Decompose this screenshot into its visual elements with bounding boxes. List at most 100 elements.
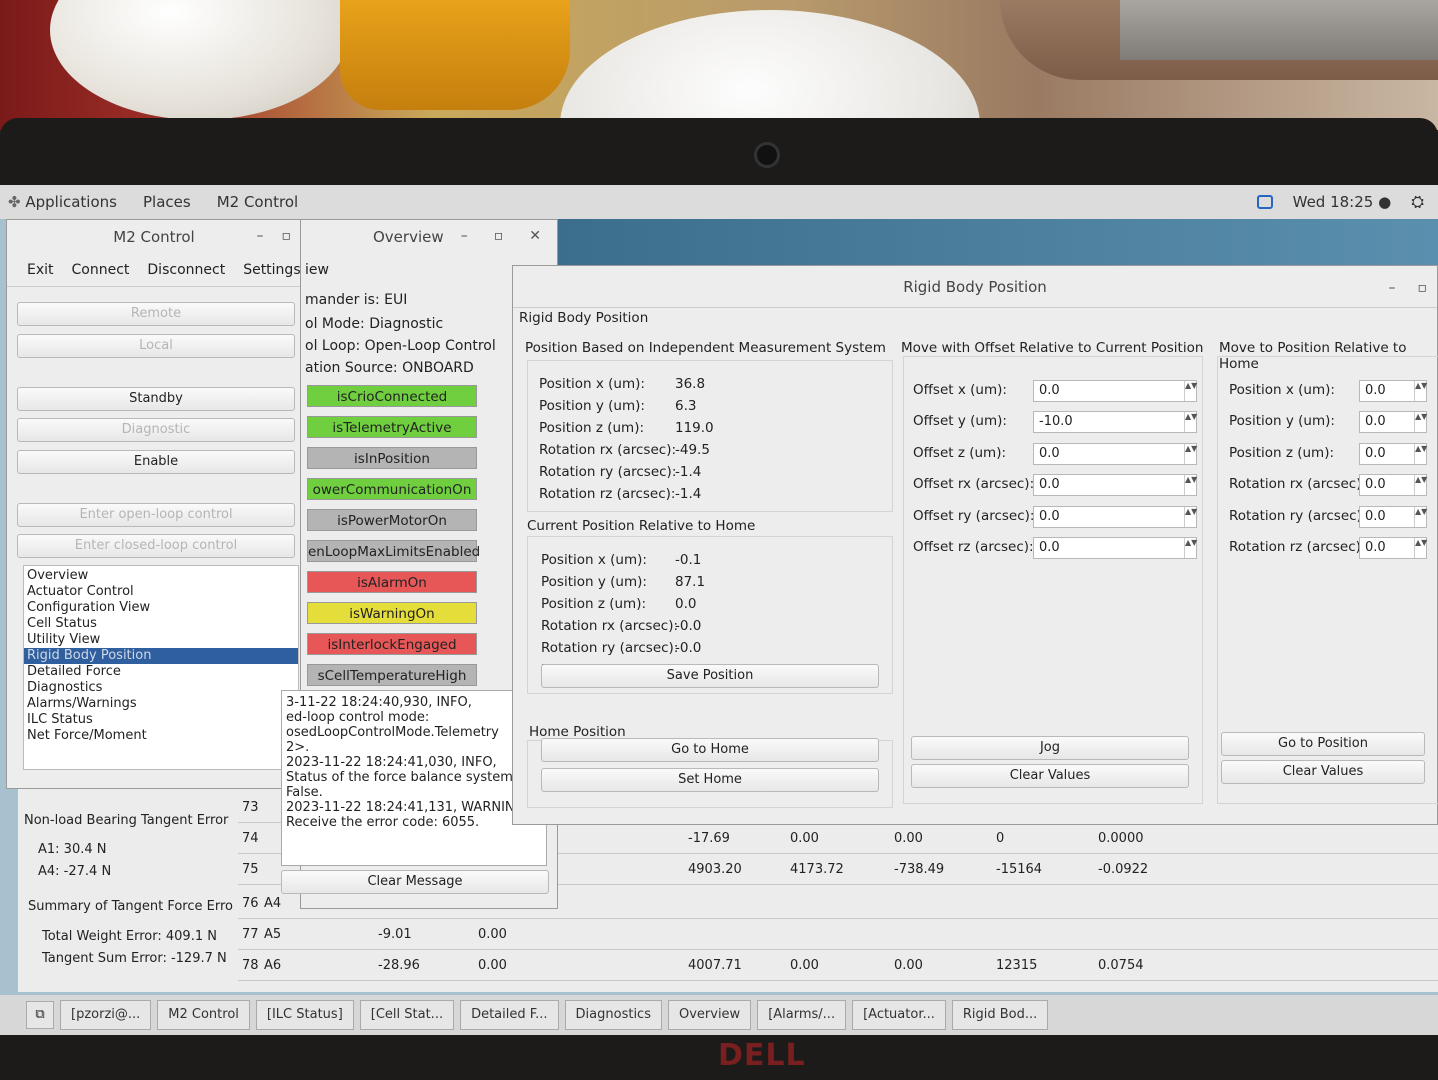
view-list-item[interactable]: Alarms/Warnings xyxy=(24,696,298,712)
spin-arrows-icon[interactable]: ▲▼ xyxy=(1184,538,1197,558)
table-cell: 0.0000 xyxy=(1098,831,1144,846)
maximize-icon[interactable]: ▫ xyxy=(282,228,292,244)
clock[interactable]: Wed 18:25 ● xyxy=(1293,193,1392,211)
spin-arrows-icon[interactable]: ▲▼ xyxy=(1414,538,1427,558)
applications-menu[interactable]: ✤ Applications xyxy=(8,193,117,211)
spin-arrows-icon[interactable]: ▲▼ xyxy=(1184,506,1197,527)
spinbox-field[interactable]: 0.0 ▲▼ xyxy=(1033,505,1197,528)
view-list-item[interactable]: Rigid Body Position xyxy=(24,648,298,664)
jog-button[interactable]: Jog xyxy=(911,736,1189,760)
set-home-button[interactable]: Set Home xyxy=(541,768,879,792)
maximize-icon[interactable]: ▫ xyxy=(1418,280,1428,296)
value-label: Position x (um): xyxy=(539,376,645,392)
menu-exit[interactable]: Exit xyxy=(27,262,54,278)
menu-disconnect[interactable]: Disconnect xyxy=(147,262,225,278)
spinbox-field[interactable]: 0.0 ▲▼ xyxy=(1359,537,1427,559)
minimize-icon[interactable]: – xyxy=(1389,280,1396,296)
table-cell: -9.01 xyxy=(378,927,412,942)
view-list-item[interactable]: Diagnostics xyxy=(24,680,298,696)
message-log[interactable]: 3-11-22 18:24:40,930, INFO, ed-loop contr… xyxy=(281,690,547,866)
table-cell: 0.00 xyxy=(790,831,819,846)
spinbox-field[interactable]: 0.0 ▲▼ xyxy=(1359,380,1427,402)
table-cell: A4 xyxy=(264,896,282,911)
status-flag: isWarningOn xyxy=(307,602,477,624)
spinbox-field[interactable]: -10.0 ▲▼ xyxy=(1033,411,1197,434)
maximize-icon[interactable]: ▫ xyxy=(494,228,504,244)
table-cell: 0.00 xyxy=(894,958,923,973)
value-readout: -0.0 xyxy=(675,640,702,656)
view-list-item[interactable]: Overview xyxy=(24,568,298,584)
open-loop-button[interactable]: Enter open-loop control xyxy=(17,503,295,527)
spinbox-field[interactable]: 0.0 ▲▼ xyxy=(1033,537,1197,559)
taskbar-item[interactable]: [ILC Status] xyxy=(255,1000,354,1030)
table-cell: 0.00 xyxy=(478,958,507,973)
table-cell: -0.0922 xyxy=(1098,862,1149,877)
table-cell: -738.49 xyxy=(894,862,945,877)
spinbox-field[interactable]: 0.0 ▲▼ xyxy=(1359,474,1427,497)
closed-loop-button[interactable]: Enter closed-loop control xyxy=(17,534,295,558)
view-list-item[interactable]: ILC Status xyxy=(24,712,298,728)
menu-settings[interactable]: Settings xyxy=(243,262,300,278)
diagnostic-button[interactable]: Diagnostic xyxy=(17,418,295,442)
view-list-item[interactable]: Configuration View xyxy=(24,600,298,616)
minimize-icon[interactable]: – xyxy=(257,228,264,244)
spinbox-field[interactable]: 0.0 ▲▼ xyxy=(1359,505,1427,528)
spin-arrows-icon[interactable]: ▲▼ xyxy=(1184,475,1197,496)
spinbox-field[interactable]: 0.0 ▲▼ xyxy=(1033,380,1197,402)
local-button[interactable]: Local xyxy=(17,334,295,358)
taskbar-item[interactable]: Rigid Bod... xyxy=(951,1000,1049,1030)
m2control-menu[interactable]: M2 Control xyxy=(217,193,298,211)
minimize-icon[interactable]: – xyxy=(461,228,468,244)
close-icon[interactable]: ✕ xyxy=(529,228,541,244)
taskbar-item[interactable]: Detailed F... xyxy=(460,1000,559,1030)
taskbar-item[interactable]: M2 Control xyxy=(157,1000,250,1030)
view-list-item[interactable]: Detailed Force xyxy=(24,664,298,680)
remote-button[interactable]: Remote xyxy=(17,302,295,326)
spinbox-field[interactable]: 0.0 ▲▼ xyxy=(1359,442,1427,465)
spinbox-field[interactable]: 0.0 ▲▼ xyxy=(1033,474,1197,497)
spinbox-field[interactable]: 0.0 ▲▼ xyxy=(1359,411,1427,434)
field-label: Position y (um): xyxy=(1229,413,1335,430)
network-icon[interactable] xyxy=(1256,195,1273,209)
enable-button[interactable]: Enable xyxy=(17,450,295,474)
spinbox-value: 0.0 xyxy=(1365,477,1386,493)
taskbar-item[interactable]: [pzorzi@... xyxy=(60,1000,152,1030)
taskbar-item[interactable]: Overview xyxy=(667,1000,752,1030)
value-readout: -0.1 xyxy=(675,552,702,568)
taskbar-item[interactable]: [Actuator... xyxy=(852,1000,946,1030)
spin-arrows-icon[interactable]: ▲▼ xyxy=(1414,475,1427,496)
spin-arrows-icon[interactable]: ▲▼ xyxy=(1414,443,1427,464)
overview-tab[interactable]: iew xyxy=(305,262,329,278)
clear-values-2-button[interactable]: Clear Values xyxy=(1221,760,1425,784)
view-list-item[interactable]: Net Force/Moment xyxy=(24,728,298,744)
spinbox-field[interactable]: 0.0 ▲▼ xyxy=(1033,442,1197,465)
control-mode-text: ol Mode: Diagnostic xyxy=(305,316,444,332)
spin-arrows-icon[interactable]: ▲▼ xyxy=(1184,443,1197,464)
desktop-background xyxy=(555,219,1438,271)
taskbar-item[interactable]: Diagnostics xyxy=(564,1000,662,1030)
show-desktop-icon[interactable]: ⧉ xyxy=(26,1001,54,1029)
log-line: 2>. xyxy=(286,740,310,755)
table-cell: 0.00 xyxy=(790,958,819,973)
menu-connect[interactable]: Connect xyxy=(72,262,130,278)
spinbox-value: 0.0 xyxy=(1039,540,1060,555)
view-list-item[interactable]: Actuator Control xyxy=(24,584,298,600)
go-to-position-button[interactable]: Go to Position xyxy=(1221,732,1425,756)
clear-values-button[interactable]: Clear Values xyxy=(911,764,1189,788)
clear-message-button[interactable]: Clear Message xyxy=(281,870,549,894)
view-list-item[interactable]: Utility View xyxy=(24,632,298,648)
view-list-item[interactable]: Cell Status xyxy=(24,616,298,632)
spin-arrows-icon[interactable]: ▲▼ xyxy=(1414,412,1427,433)
spin-arrows-icon[interactable]: ▲▼ xyxy=(1414,506,1427,527)
go-to-home-button[interactable]: Go to Home xyxy=(541,738,879,762)
places-menu[interactable]: Places xyxy=(143,193,191,211)
system-menu-icon[interactable]: ⛭ xyxy=(1411,192,1424,212)
save-position-button[interactable]: Save Position xyxy=(541,664,879,688)
person-shirt xyxy=(1120,0,1438,60)
spin-arrows-icon[interactable]: ▲▼ xyxy=(1184,412,1197,433)
taskbar-item[interactable]: [Cell Stat... xyxy=(359,1000,455,1030)
spin-arrows-icon[interactable]: ▲▼ xyxy=(1184,381,1197,401)
spin-arrows-icon[interactable]: ▲▼ xyxy=(1414,381,1427,401)
taskbar-item[interactable]: [Alarms/... xyxy=(757,1000,847,1030)
standby-button[interactable]: Standby xyxy=(17,387,295,411)
